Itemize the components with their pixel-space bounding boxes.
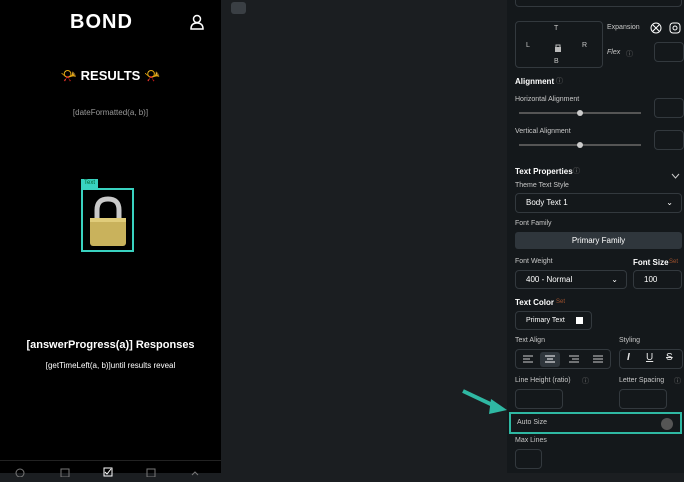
text-color-value: Primary Text — [526, 317, 565, 324]
vertical-alignment-input[interactable] — [654, 130, 684, 150]
horizontal-alignment-slider[interactable] — [519, 110, 641, 116]
shrink-icon[interactable] — [669, 21, 681, 39]
canvas-area — [221, 0, 507, 473]
chevron-down-icon: ⌄ — [666, 198, 673, 207]
checkbox-icon[interactable] — [103, 464, 113, 482]
letter-spacing-input[interactable] — [619, 389, 667, 409]
chevron-down-icon: ⌄ — [611, 275, 618, 284]
font-size-input[interactable]: 100 — [633, 270, 682, 289]
nav-square-icon[interactable] — [60, 464, 70, 482]
answer-progress-title: [answerProgress(a)] Responses — [26, 339, 195, 351]
italic-icon[interactable]: I — [627, 352, 630, 363]
align-center-icon[interactable] — [540, 352, 560, 367]
bottom-nav — [0, 460, 221, 478]
clock-icon[interactable] — [15, 464, 25, 482]
color-swatch — [576, 317, 583, 324]
auto-size-row: Auto Size — [509, 412, 682, 434]
info-icon: ⓘ — [556, 78, 563, 85]
text-properties-header: Text Properties — [515, 167, 573, 176]
selected-text-widget[interactable] — [81, 188, 134, 252]
text-align-group — [515, 349, 611, 369]
max-lines-label: Max Lines — [515, 437, 547, 444]
styling-label: Styling — [619, 337, 641, 344]
info-icon: ⓘ — [582, 378, 589, 385]
properties-panel: T L R B Expansion Flex ⓘ Alignment ⓘ Hor… — [507, 0, 684, 473]
horizontal-alignment-input[interactable] — [654, 98, 684, 118]
font-weight-label: Font Weight — [515, 258, 553, 265]
pad-top-label: T — [554, 25, 559, 32]
align-justify-icon[interactable] — [588, 352, 608, 367]
info-icon: ⓘ — [626, 51, 633, 58]
alignment-header: Alignment — [515, 77, 555, 86]
app-logo: BOND — [70, 11, 133, 33]
auto-size-label: Auto Size — [517, 419, 547, 426]
flex-input[interactable] — [654, 42, 684, 62]
font-weight-value: 400 - Normal — [526, 275, 573, 284]
strikethrough-icon[interactable]: S — [666, 352, 673, 363]
keyboard-icon[interactable] — [231, 2, 246, 14]
underline-icon[interactable]: U — [646, 352, 653, 363]
text-color-set-link[interactable]: Set — [556, 299, 565, 305]
horizontal-alignment-label: Horizontal Alignment — [515, 96, 580, 103]
pointer-arrow — [462, 389, 507, 414]
theme-text-style-dropdown[interactable]: Body Text 1 ⌄ — [515, 193, 682, 213]
text-color-picker[interactable]: Primary Text — [515, 311, 592, 330]
align-right-icon[interactable] — [564, 352, 584, 367]
nav-square-icon[interactable] — [146, 464, 156, 482]
date-formatted-text: [dateFormatted(a, b)] — [72, 108, 149, 117]
font-weight-dropdown[interactable]: 400 - Normal ⌄ — [515, 270, 627, 289]
info-icon: ⓘ — [674, 378, 681, 385]
chevron-down-icon[interactable] — [671, 167, 680, 185]
auto-size-toggle[interactable] — [661, 418, 673, 430]
pad-bottom-label: B — [554, 58, 559, 65]
pad-right-label: R — [582, 42, 588, 49]
expand-icon[interactable] — [650, 21, 662, 39]
user-icon[interactable] — [190, 14, 204, 35]
info-icon: ⓘ — [573, 168, 580, 175]
font-size-label: Font Size — [633, 258, 669, 267]
align-left-icon[interactable] — [518, 352, 538, 367]
font-family-button[interactable]: Primary Family — [515, 232, 682, 249]
letter-spacing-label: Letter Spacing — [619, 377, 665, 384]
theme-text-style-value: Body Text 1 — [526, 198, 568, 207]
vertical-alignment-label: Vertical Alignment — [515, 128, 571, 135]
text-color-label: Text Color — [515, 298, 554, 307]
max-lines-input[interactable] — [515, 449, 542, 469]
panel-tabs[interactable] — [515, 0, 682, 7]
results-title: 📯 RESULTS 📯 — [60, 68, 161, 83]
lock-link-icon[interactable] — [553, 40, 563, 58]
theme-text-style-label: Theme Text Style — [515, 182, 569, 189]
padding-box[interactable]: T L R B — [515, 21, 603, 68]
font-family-label: Font Family — [515, 220, 552, 227]
phone-preview: BOND 📯 RESULTS 📯 [dateFormatted(a, b)] T… — [0, 0, 221, 478]
vertical-alignment-slider[interactable] — [519, 142, 641, 148]
text-align-label: Text Align — [515, 337, 545, 344]
expansion-label: Expansion — [607, 24, 640, 31]
flex-label: Flex — [607, 49, 621, 56]
lock-icon — [87, 195, 129, 252]
styling-group: I U S — [619, 349, 683, 369]
font-size-set-link[interactable]: Set — [669, 259, 678, 265]
time-left-text: [getTimeLeft(a, b)]until results reveal — [45, 361, 176, 370]
line-height-input[interactable] — [515, 389, 563, 409]
selected-widget-tag: Text — [81, 179, 99, 188]
pad-left-label: L — [526, 42, 530, 49]
line-height-label: Line Height (ratio) — [515, 377, 571, 384]
chevron-up-icon[interactable] — [190, 464, 200, 482]
